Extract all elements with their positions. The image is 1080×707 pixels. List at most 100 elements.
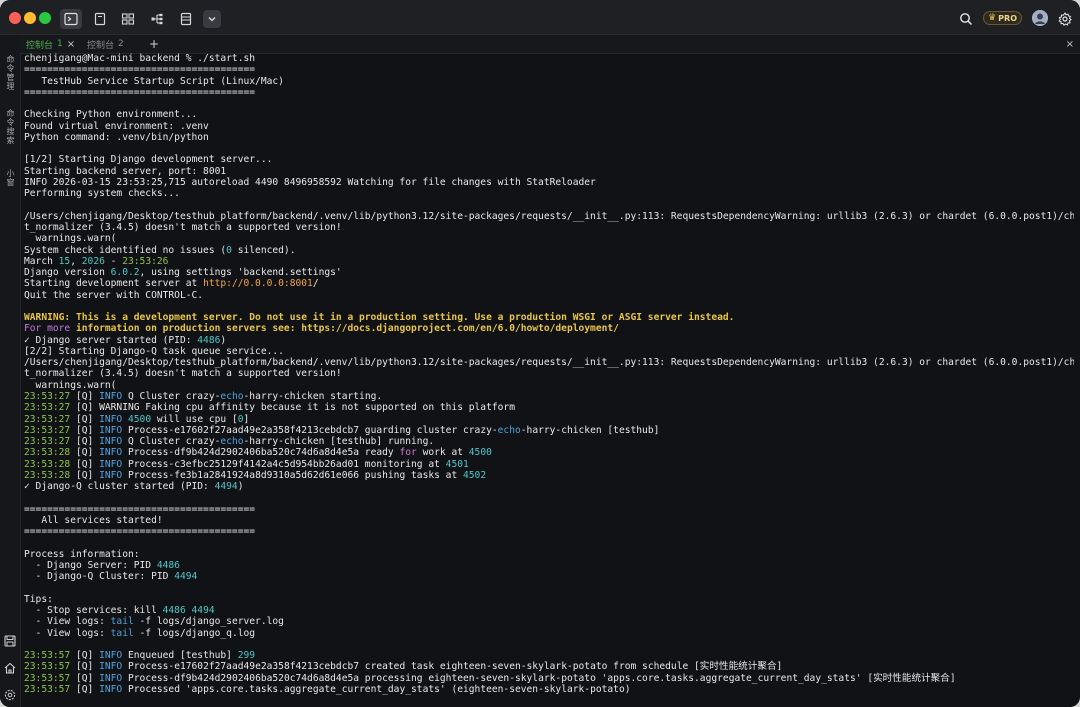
terminal-text: 4486 [156,559,180,571]
terminal-text: , [70,255,82,267]
terminal-text: Django version [24,267,111,279]
more-dropdown-button[interactable] [203,10,221,28]
terminal-text: [Q] [70,424,100,436]
terminal-text: INFO [99,390,123,402]
terminal-line: 23:53:27 [Q] WARNING Faking cpu affinity… [24,402,1074,413]
terminal-text: INFO [99,424,123,436]
sidebar-item-command-manage[interactable]: 命令管理 [3,55,17,91]
terminal-line: 23:53:57 [Q] INFO Process-e17602f27aad49… [24,661,1074,672]
terminal-line: 23:53:28 [Q] INFO Process-df9b424d290240… [24,447,1074,458]
terminal-text: TestHub Service Startup Script (Linux/Ma… [24,75,284,87]
terminal-text: Quit the server with CONTROL-C. [24,289,204,301]
sidebar-item-command-search[interactable]: 命令搜索 [3,109,17,145]
pro-badge[interactable]: ♛ PRO [983,11,1022,25]
new-tab-button[interactable]: + [149,36,159,52]
terminal-text: - View logs: [24,627,111,639]
minimize-window-button[interactable] [24,12,36,24]
terminal-line: March 15, 2026 - 23:53:26 [24,256,1074,267]
terminal-text: tail [110,627,134,639]
terminal-line: 23:53:27 [Q] INFO 4500 will use cpu [0] [24,414,1074,425]
terminal-text: [Q] WARNING Faking cpu affinity because … [70,402,515,414]
tab-console-2[interactable]: 控制台 2 [87,36,124,52]
terminal-line: All services started! [24,515,1074,526]
terminal-text: Process information: [24,548,140,560]
terminal-line: - Django Server: PID 4486 [24,560,1074,571]
file-icon [94,12,106,26]
terminal-text: Tips: [24,593,53,605]
tree-view-button[interactable] [146,9,168,29]
settings-icon[interactable] [4,686,16,701]
terminal-line: ✓ Django server started (PID: 4486) [24,335,1074,346]
terminal-text: March [24,255,59,267]
terminal-text: warnings.warn( [24,233,117,245]
terminal-view-button[interactable] [60,9,82,29]
terminal-text: Process-e17602f27aad49e2a358f4213cebdcb7… [122,424,498,436]
search-icon[interactable] [959,11,973,26]
terminal-text: 23:53:27 [24,413,71,425]
sidebar-item-mini-window[interactable]: 小窗 [3,169,17,187]
terminal-line: - View logs: tail -f logs/django_q.log [24,628,1074,639]
crown-icon: ♛ [988,13,997,23]
terminal-text: 23:53:57 [24,661,71,673]
close-window-button[interactable] [9,12,21,24]
terminal-line: [2/2] Starting Django-Q task queue servi… [24,346,1074,357]
tab-label: 控制台 [26,40,54,51]
terminal-text: Checking Python environment... [24,109,198,121]
terminal-text: -harry-chicken [testhub] running. [243,436,435,448]
terminal-line: ======================================== [24,87,1074,98]
terminal-text: 15 [58,255,71,267]
terminal-output[interactable]: chenjigang@Mac-mini backend % ./start.sh… [24,53,1074,703]
terminal-text: INFO 2026-03-15 23:53:25,715 autoreload … [24,176,596,188]
terminal-text: - Django Server: PID [24,559,157,571]
save-icon[interactable] [4,632,16,647]
terminal-text: 23:53:57 [24,650,71,662]
terminal-text: 4486 [162,605,186,617]
terminal-line: 23:53:28 [Q] INFO Process-c3efbc25129f41… [24,459,1074,470]
terminal-text: For more [24,323,71,335]
gear-icon[interactable] [1058,11,1072,26]
terminal-text: work at [416,447,469,459]
terminal-line: Found virtual environment: .venv [24,121,1074,132]
list-view-button[interactable] [175,9,197,29]
terminal-text: [Q] [70,447,100,459]
terminal-text: -f logs/django_server.log [133,616,284,628]
avatar[interactable] [1032,10,1048,26]
tab-number: 1 [57,39,63,49]
terminal-text: http://0.0.0.0:8001 [203,278,313,290]
close-icon[interactable]: × [67,39,75,50]
terminal-text: [Q] [70,390,100,402]
tab-console-1[interactable]: 控制台 1 × [26,36,75,52]
file-view-button[interactable] [89,9,111,29]
terminal-text: 4494 [191,605,215,617]
zoom-window-button[interactable] [39,12,51,24]
terminal-text: 2026 [81,255,105,267]
home-icon[interactable] [4,659,16,674]
terminal-text: 4500 [128,413,152,425]
chevron-down-icon [208,17,216,22]
terminal-text: INFO [99,672,123,684]
terminal-text: [1/2] Starting Django development server… [24,154,273,166]
terminal-text: [Q] [70,672,100,684]
terminal-text: [Q] [70,458,100,470]
terminal-text: System check identified no issues ( [24,244,227,256]
terminal-line: Quit the server with CONTROL-C. [24,290,1074,301]
terminal-line: 23:53:27 [Q] INFO Q Cluster crazy-echo-h… [24,391,1074,402]
terminal-text: [Q] [70,661,100,673]
terminal-text: t_normalizer (3.4.5) doesn't match a sup… [24,368,342,380]
terminal-text: [2/2] Starting Django-Q task queue servi… [24,345,284,357]
terminal-line: chenjigang@Mac-mini backend % ./start.sh [24,53,1074,64]
terminal-text: Process-df9b424d2902406ba520c74d6a8d4e5a… [122,447,400,459]
terminal-text: ======================================== [24,526,256,538]
terminal-text: Process-c3efbc25129f4142a4c5d954bb26ad01… [122,458,446,470]
grid-icon [121,13,135,25]
terminal-line: [1/2] Starting Django development server… [24,154,1074,165]
close-all-tabs-button[interactable]: × [1066,36,1074,52]
terminal-line: - View logs: tail -f logs/django_server.… [24,616,1074,627]
user-avatar-icon [1032,10,1048,26]
grid-view-button[interactable] [117,9,139,29]
